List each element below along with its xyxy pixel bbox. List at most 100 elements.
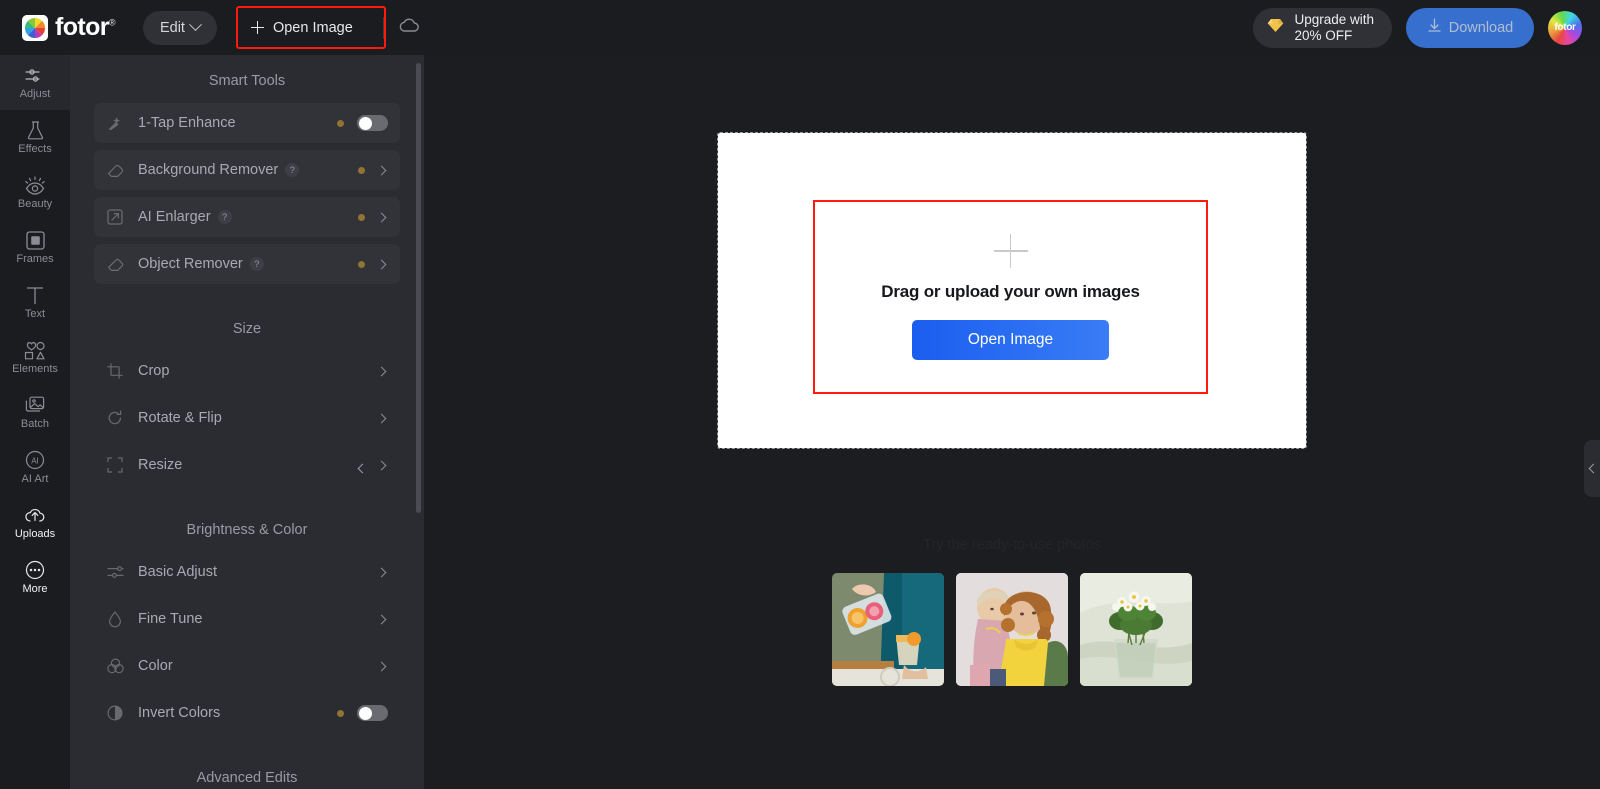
invert-icon bbox=[105, 705, 125, 721]
chevron-right-icon bbox=[376, 366, 387, 376]
sidebar-item-ai-art[interactable]: AI AI Art bbox=[0, 440, 70, 495]
premium-dot bbox=[358, 213, 365, 221]
resize-icon bbox=[105, 457, 125, 473]
avatar-label: fotor bbox=[1554, 22, 1576, 33]
top-right-actions: Upgrade with 20% OFF Download fotor bbox=[1253, 7, 1600, 48]
tool-row-label: Color bbox=[138, 658, 173, 674]
tools-panel-scroll-area[interactable]: Smart Tools 1-Tap Enhance Background Remov… bbox=[70, 55, 424, 789]
download-button[interactable]: Download bbox=[1406, 7, 1534, 48]
chevron-right-icon bbox=[376, 614, 387, 624]
chevron-right-icon bbox=[376, 460, 387, 470]
citrus-drink-photo[interactable] bbox=[832, 573, 944, 686]
cloud-storage-button[interactable] bbox=[398, 17, 420, 38]
chevron-right-icon bbox=[376, 165, 387, 175]
image-drop-zone[interactable]: Drag or upload your own images Open Imag… bbox=[813, 200, 1208, 394]
premium-dot bbox=[337, 119, 344, 127]
tool-row-label: Resize bbox=[138, 457, 183, 473]
sidebar-item-frames[interactable]: Frames bbox=[0, 220, 70, 275]
sidebar-item-uploads[interactable]: Uploads bbox=[0, 495, 70, 550]
open-image-top-label: Open Image bbox=[272, 19, 353, 36]
sidebar-item-label: More bbox=[22, 583, 48, 595]
eye-icon bbox=[24, 175, 46, 195]
chevron-right-icon bbox=[376, 413, 387, 423]
tool-row-1-tap-enhance[interactable]: 1-Tap Enhance bbox=[94, 103, 400, 143]
sidebar-item-beauty[interactable]: Beauty bbox=[0, 165, 70, 220]
sidebar-item-elements[interactable]: Elements bbox=[0, 330, 70, 385]
chevron-down-icon bbox=[189, 18, 202, 32]
tool-row-fine-tune[interactable]: Fine Tune bbox=[94, 599, 400, 639]
tool-row-label: Rotate & Flip bbox=[138, 410, 222, 426]
tool-row-label: 1-Tap Enhance bbox=[138, 115, 236, 131]
open-image-top-button[interactable]: Open Image bbox=[239, 9, 369, 47]
tool-row-crop[interactable]: Crop bbox=[94, 351, 400, 391]
tools-panel: Smart Tools 1-Tap Enhance Background Remov… bbox=[70, 55, 424, 789]
tool-row-label: Object Remover bbox=[138, 256, 243, 272]
sidebar-item-label: Batch bbox=[20, 418, 50, 430]
help-icon[interactable]: ? bbox=[217, 210, 232, 224]
sidebar-item-label: Text bbox=[24, 308, 46, 320]
sidebar-item-label: Effects bbox=[18, 143, 52, 155]
tool-row-basic-adjust[interactable]: Basic Adjust bbox=[94, 552, 400, 592]
ready-photos-label: Try the ready-to-use photos bbox=[923, 537, 1101, 553]
download-label: Download bbox=[1448, 19, 1514, 36]
canvas-stage: Drag or upload your own images Open Imag… bbox=[424, 55, 1600, 789]
download-arrow-icon bbox=[1427, 18, 1442, 37]
shapes-icon bbox=[24, 340, 46, 360]
help-icon[interactable]: ? bbox=[285, 163, 300, 177]
tool-row-label: Crop bbox=[138, 363, 170, 379]
sidebar-item-label: Frames bbox=[16, 253, 54, 265]
collapse-tools-panel-handle[interactable] bbox=[354, 440, 369, 497]
toggle-switch[interactable] bbox=[357, 115, 388, 131]
sliders-icon bbox=[105, 565, 125, 579]
eraser-icon bbox=[105, 163, 125, 178]
sidebar-item-adjust[interactable]: Adjust bbox=[0, 55, 70, 110]
tool-row-invert-colors[interactable]: Invert Colors bbox=[94, 693, 400, 733]
edit-menu-label: Edit bbox=[159, 19, 185, 36]
sidebar-item-label: Elements bbox=[12, 363, 58, 375]
tool-row-label: Background Remover bbox=[138, 162, 279, 178]
white-flowers-photo[interactable] bbox=[1080, 573, 1192, 686]
upgrade-line-1: Upgrade with bbox=[1294, 11, 1374, 27]
toggle-knob bbox=[358, 116, 372, 130]
tool-row-background-remover[interactable]: Background Remover? bbox=[94, 150, 400, 190]
collapse-right-panel-handle[interactable] bbox=[1584, 440, 1600, 497]
sidebar-item-more[interactable]: More bbox=[0, 550, 70, 605]
tool-row-label: Fine Tune bbox=[138, 611, 203, 627]
tool-row-ai-enlarger[interactable]: AI Enlarger? bbox=[94, 197, 400, 237]
fotor-logo[interactable]: fotor® bbox=[22, 13, 116, 41]
toggle-switch[interactable] bbox=[357, 705, 388, 721]
rotate-icon bbox=[105, 410, 125, 426]
eraser-icon bbox=[105, 257, 125, 272]
sidebar-item-effects[interactable]: Effects bbox=[0, 110, 70, 165]
sidebar-item-text[interactable]: Text bbox=[0, 275, 70, 330]
chevron-right-icon bbox=[376, 661, 387, 671]
sidebar-item-batch[interactable]: Batch bbox=[0, 385, 70, 440]
cloud-upload-icon bbox=[24, 505, 46, 525]
sidebar-item-label: AI Art bbox=[21, 473, 49, 485]
tool-row-label: AI Enlarger bbox=[138, 209, 211, 225]
upgrade-button[interactable]: Upgrade with 20% OFF bbox=[1253, 7, 1392, 48]
cloud-icon bbox=[398, 17, 420, 38]
avatar[interactable]: fotor bbox=[1548, 10, 1582, 45]
plus-icon bbox=[993, 234, 1028, 268]
color-circles-icon bbox=[105, 658, 125, 674]
edit-menu-button[interactable]: Edit bbox=[142, 10, 217, 45]
canvas-card: Drag or upload your own images Open Imag… bbox=[717, 132, 1307, 449]
help-icon[interactable]: ? bbox=[249, 257, 264, 271]
chevron-left-icon bbox=[1588, 463, 1598, 474]
logo-wordmark: fotor® bbox=[55, 13, 116, 41]
expand-icon bbox=[105, 209, 125, 225]
tool-row-label: Basic Adjust bbox=[138, 564, 217, 580]
two-women-photo[interactable] bbox=[956, 573, 1068, 686]
open-image-button[interactable]: Open Image bbox=[912, 320, 1109, 360]
panel-scrollbar[interactable] bbox=[416, 63, 421, 513]
plus-icon bbox=[250, 21, 264, 34]
premium-dot bbox=[358, 260, 365, 268]
tool-row-rotate-flip[interactable]: Rotate & Flip bbox=[94, 398, 400, 438]
tool-row-object-remover[interactable]: Object Remover? bbox=[94, 244, 400, 284]
sidebar-item-label: Adjust bbox=[19, 88, 51, 100]
tool-row-color[interactable]: Color bbox=[94, 646, 400, 686]
section-title: Brightness & Color bbox=[186, 522, 308, 538]
